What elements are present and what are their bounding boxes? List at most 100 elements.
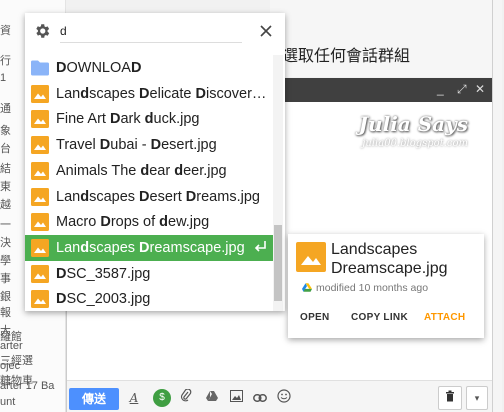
match-highlight: D <box>99 137 111 154</box>
link-icon[interactable] <box>251 389 269 407</box>
conversation-snippet[interactable]: unt <box>0 396 15 408</box>
conversation-snippet[interactable]: 一 <box>0 216 11 232</box>
match-highlight: d <box>80 239 90 256</box>
result-file[interactable]: Macro Drops of dew.jpg <box>25 209 273 235</box>
result-file[interactable]: Landscapes Dreamscape.jpg <box>25 234 273 261</box>
conversation-snippet[interactable]: 東 <box>0 178 11 194</box>
name-part: Lan <box>56 239 81 256</box>
conversation-snippet[interactable]: 決 <box>0 234 11 250</box>
result-file[interactable]: DSC_2003.jpg <box>25 286 273 311</box>
enter-arrow-icon <box>254 240 266 252</box>
discard-button[interactable] <box>438 386 462 410</box>
name-part: OWNLOA <box>66 60 131 76</box>
signature-url: julia00.blogspot.com <box>362 138 468 149</box>
drive-icon <box>302 283 312 292</box>
name-part: Fine Art <box>56 111 110 128</box>
preview-modified: modified 10 months ago <box>316 282 429 294</box>
match-highlight: d <box>80 188 90 205</box>
match-highlight: D <box>130 60 142 76</box>
match-highlight: d <box>174 162 184 179</box>
result-name: Landscapes Delicate Discovery... <box>56 85 270 103</box>
attach-icon[interactable] <box>177 388 195 407</box>
name-part: rops of <box>110 214 160 231</box>
emoji-icon[interactable] <box>275 389 293 407</box>
image-file-icon <box>31 110 49 129</box>
right-scrollbar[interactable] <box>492 0 502 412</box>
match-highlight: D <box>56 291 67 308</box>
name-part: Lan <box>56 85 81 102</box>
result-folder[interactable]: DOWNLOAD <box>25 55 273 81</box>
name-part: scapes <box>89 85 140 102</box>
conversation-snippet[interactable]: 三經選 <box>0 352 33 368</box>
drive-icon[interactable] <box>203 389 221 407</box>
search-input[interactable] <box>60 19 242 43</box>
preview-title: Landscapes Dreamscape.jpg <box>331 241 448 277</box>
name-part: esert <box>149 188 186 205</box>
name-part: scapes <box>89 188 140 205</box>
conversation-snippet[interactable]: 事 <box>0 270 11 286</box>
conversation-snippet[interactable]: 報 <box>0 304 11 320</box>
conversation-snippet[interactable]: 越 <box>0 196 11 212</box>
name-part: Lan <box>56 188 81 205</box>
conversation-snippet[interactable]: 資 <box>0 22 11 38</box>
conversation-snippet[interactable]: 通 <box>0 100 11 116</box>
name-part: reamscape.jpg <box>149 239 245 256</box>
copy-link-button[interactable]: COPY LINK <box>351 312 408 323</box>
match-highlight: d <box>159 214 169 231</box>
close-icon[interactable] <box>257 22 275 40</box>
result-file[interactable]: Animals The dear deer.jpg <box>25 158 273 184</box>
conversation-snippet[interactable]: 羅館 <box>0 328 22 344</box>
result-file[interactable]: Fine Art Dark duck.jpg <box>25 106 273 132</box>
conversation-snippet[interactable]: 結 <box>0 160 11 176</box>
minimize-icon[interactable]: _ <box>437 82 444 96</box>
photo-icon[interactable] <box>227 389 245 407</box>
match-highlight: D <box>56 60 67 76</box>
gear-icon[interactable] <box>33 22 51 40</box>
format-text-icon[interactable]: A <box>125 389 143 407</box>
signature: Julia Says julia00.blogspot.com <box>359 112 468 149</box>
drive-search-popup: DOWNLOADLandscapes Delicate Discovery...… <box>25 13 285 311</box>
conversation-snippet[interactable]: 學 <box>0 252 11 268</box>
scrollbar-thumb[interactable] <box>274 225 282 301</box>
expand-icon[interactable]: ⤢ <box>457 82 467 97</box>
result-file[interactable]: Landscapes Delicate Discovery... <box>25 81 273 107</box>
name-part: eer.jpg <box>183 162 227 179</box>
open-button[interactable]: OPEN <box>300 312 330 323</box>
money-icon[interactable]: $ <box>153 389 171 407</box>
result-name: Landscapes Dreamscape.jpg <box>56 239 246 257</box>
result-name: Macro Drops of dew.jpg <box>56 213 270 231</box>
image-file-icon <box>31 161 49 180</box>
conversation-snippet[interactable]: 糖物車 <box>0 372 33 388</box>
conversation-snippet[interactable]: 行 <box>0 52 11 68</box>
attach-button[interactable]: ATTACH <box>424 312 465 323</box>
name-part: reams.jpg <box>196 188 260 205</box>
result-name: DSC_2003.jpg <box>56 290 270 308</box>
image-file-icon <box>31 136 49 155</box>
close-compose-icon[interactable]: ✕ <box>475 82 485 96</box>
more-options-button[interactable]: ▾ <box>466 386 488 410</box>
result-file[interactable]: DSC_3587.jpg <box>25 261 273 287</box>
send-button[interactable]: 傳送 <box>69 388 119 410</box>
name-part: Macro <box>56 214 101 231</box>
match-highlight: D <box>195 85 206 102</box>
name-part: scapes <box>89 239 140 256</box>
match-highlight: D <box>100 214 111 231</box>
image-file-icon <box>31 238 49 257</box>
conversation-snippet[interactable]: 象 <box>0 122 11 138</box>
image-file-icon <box>31 213 49 232</box>
result-file[interactable]: Landscapes Desert Dreams.jpg <box>25 184 273 210</box>
results-scrollbar[interactable] <box>273 55 283 311</box>
conversation-snippet[interactable]: 銀 <box>0 288 11 304</box>
conversation-snippet[interactable]: 1 <box>0 72 6 84</box>
match-highlight: D <box>185 188 197 205</box>
name-part: ear <box>149 162 175 179</box>
name-part: Travel <box>56 137 100 154</box>
name-part: elicate <box>149 85 196 102</box>
name-part: Animals The <box>56 162 141 179</box>
conversation-snippet[interactable]: 台 <box>0 140 11 156</box>
file-preview-card: Landscapes Dreamscape.jpg modified 10 mo… <box>288 234 484 338</box>
result-file[interactable]: Travel Dubai - Desert.jpg <box>25 132 273 158</box>
signature-title: Julia Says <box>358 112 468 136</box>
compose-toolbar: 傳送 A $ ▾ <box>67 380 492 412</box>
name-part: SC_2003.jpg <box>66 291 151 308</box>
